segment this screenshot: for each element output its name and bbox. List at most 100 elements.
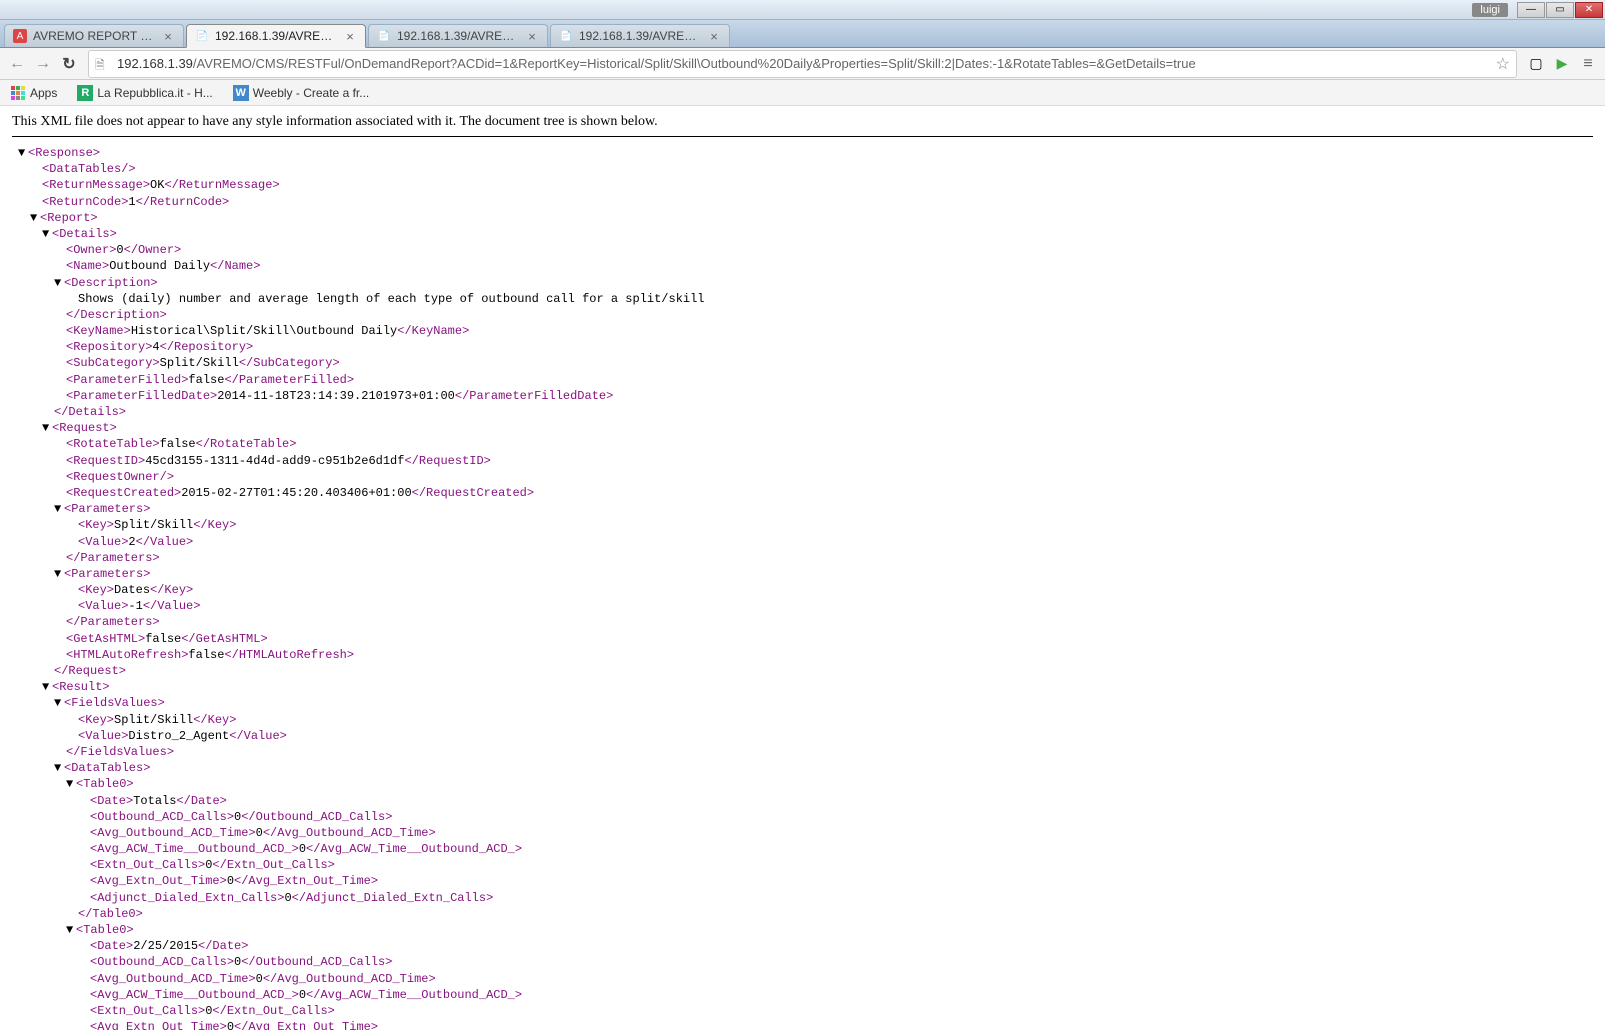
xml-line: </Parameters> [12,614,1593,630]
tab-title: 192.168.1.39/AVREMO/C [215,29,339,43]
xml-line: <Adjunct_Dialed_Extn_Calls>0</Adjunct_Di… [12,890,1593,906]
page-icon: 📄 [559,29,573,43]
user-badge: luigi [1472,3,1508,17]
bookmark-label: Weebly - Create a fr... [253,86,370,100]
apps-icon [10,85,26,101]
xml-line: </Details> [12,404,1593,420]
tab-close-icon[interactable]: × [343,29,357,43]
xml-line: <KeyName>Historical\Split/Skill\Outbound… [12,323,1593,339]
xml-line: <Avg_Extn_Out_Time>0</Avg_Extn_Out_Time> [12,873,1593,889]
bookmark-star-icon[interactable]: ☆ [1496,54,1510,74]
site-info-icon[interactable]: 🗎 [95,56,111,72]
xml-toggle-icon[interactable]: ▼ [18,145,28,161]
xml-line: <GetAsHTML>false</GetAsHTML> [12,631,1593,647]
xml-line: <RequestOwner/> [12,469,1593,485]
forward-button[interactable]: → [32,53,54,75]
browser-tab[interactable]: A AVREMO REPORT EXPLO × [4,24,184,47]
xml-line: <RotateTable>false</RotateTable> [12,436,1593,452]
xml-line: <SubCategory>Split/Skill</SubCategory> [12,355,1593,371]
bookmark-item[interactable]: W Weebly - Create a fr... [229,83,374,103]
xml-line: <Date>Totals</Date> [12,793,1593,809]
xml-line: <DataTables/> [12,161,1593,177]
tab-title: 192.168.1.39/AVREMO/C [397,29,521,43]
xml-line: ▼<Parameters> [12,566,1593,582]
xml-line: <Value>2</Value> [12,534,1593,550]
bookmark-favicon: R [77,85,93,101]
xml-line: <RequestID>45cd3155-1311-4d4d-add9-c951b… [12,453,1593,469]
xml-line: </Parameters> [12,550,1593,566]
xml-line: </FieldsValues> [12,744,1593,760]
xml-line: <Name>Outbound Daily</Name> [12,258,1593,274]
bookmark-item[interactable]: R La Repubblica.it - H... [73,83,216,103]
xml-line: <Value>-1</Value> [12,598,1593,614]
xml-line: </Description> [12,307,1593,323]
xml-toggle-icon[interactable]: ▼ [42,420,52,436]
page-icon: 📄 [377,29,391,43]
url-text: 192.168.1.39/AVREMO/CMS/RESTFul/OnDemand… [117,56,1492,71]
xml-line: ▼<Request> [12,420,1593,436]
tab-close-icon[interactable]: × [707,29,721,43]
xml-line: <ReturnCode>1</ReturnCode> [12,194,1593,210]
browser-tab[interactable]: 📄 192.168.1.39/AVREMO/C × [368,24,548,47]
tab-close-icon[interactable]: × [525,29,539,43]
xml-tree: ▼<Response><DataTables/><ReturnMessage>O… [12,145,1593,1030]
window-titlebar: luigi — ▭ ✕ [0,0,1605,20]
xml-line: <Avg_Outbound_ACD_Time>0</Avg_Outbound_A… [12,825,1593,841]
xml-toggle-icon[interactable]: ▼ [66,776,76,792]
xml-line: </Request> [12,663,1593,679]
xml-toggle-icon[interactable]: ▼ [30,210,40,226]
xml-line: ▼<Table0> [12,776,1593,792]
window-maximize-button[interactable]: ▭ [1546,2,1574,18]
browser-tab[interactable]: 📄 192.168.1.39/AVREMO/C × [186,24,366,48]
xml-line: <Key>Dates</Key> [12,582,1593,598]
xml-line: ▼<Result> [12,679,1593,695]
xml-line: ▼<FieldsValues> [12,695,1593,711]
divider [12,136,1593,137]
xml-line: <Owner>0</Owner> [12,242,1593,258]
xml-line: <Avg_ACW_Time__Outbound_ACD_>0</Avg_ACW_… [12,841,1593,857]
tab-close-icon[interactable]: × [161,29,175,43]
xml-toggle-icon[interactable]: ▼ [54,501,64,517]
browser-tab[interactable]: 📄 192.168.1.39/AVREMO/C × [550,24,730,47]
xml-line: <ParameterFilledDate>2014-11-18T23:14:39… [12,388,1593,404]
extension-icon[interactable]: ▢ [1525,53,1547,75]
reload-button[interactable]: ↻ [58,53,80,75]
xml-line: <Key>Split/Skill</Key> [12,517,1593,533]
bookmarks-bar: Apps R La Repubblica.it - H... W Weebly … [0,80,1605,106]
xml-toggle-icon[interactable]: ▼ [54,566,64,582]
xml-toggle-icon[interactable]: ▼ [42,679,52,695]
xml-line: <RequestCreated>2015-02-27T01:45:20.4034… [12,485,1593,501]
extension-play-icon[interactable]: ▶ [1551,53,1573,75]
apps-button[interactable]: Apps [6,83,61,103]
xml-line: ▼<Details> [12,226,1593,242]
chrome-menu-button[interactable]: ≡ [1577,53,1599,75]
xml-line: <ParameterFilled>false</ParameterFilled> [12,372,1593,388]
page-icon: 📄 [195,29,209,43]
xml-line: <Outbound_ACD_Calls>0</Outbound_ACD_Call… [12,809,1593,825]
bookmark-label: La Repubblica.it - H... [97,86,212,100]
xml-toggle-icon[interactable]: ▼ [54,760,64,776]
tab-title: 192.168.1.39/AVREMO/C [579,29,703,43]
xml-line: <Avg_Outbound_ACD_Time>0</Avg_Outbound_A… [12,971,1593,987]
tab-favicon: A [13,29,27,43]
xml-line: ▼<Parameters> [12,501,1593,517]
xml-line: <Extn_Out_Calls>0</Extn_Out_Calls> [12,857,1593,873]
xml-toggle-icon[interactable]: ▼ [66,922,76,938]
browser-tab-bar: A AVREMO REPORT EXPLO × 📄 192.168.1.39/A… [0,20,1605,48]
xml-line: <Avg_Extn_Out_Time>0</Avg_Extn_Out_Time> [12,1019,1593,1030]
xml-line: Shows (daily) number and average length … [12,291,1593,307]
page-content[interactable]: This XML file does not appear to have an… [0,106,1605,1030]
xml-notice: This XML file does not appear to have an… [12,114,1593,130]
xml-toggle-icon[interactable]: ▼ [54,695,64,711]
bookmark-label: Apps [30,86,57,100]
xml-toggle-icon[interactable]: ▼ [42,226,52,242]
url-omnibox[interactable]: 🗎 192.168.1.39/AVREMO/CMS/RESTFul/OnDema… [88,50,1517,78]
xml-toggle-icon[interactable]: ▼ [54,275,64,291]
tab-title: AVREMO REPORT EXPLO [33,29,157,43]
xml-line: <Outbound_ACD_Calls>0</Outbound_ACD_Call… [12,954,1593,970]
xml-line: <HTMLAutoRefresh>false</HTMLAutoRefresh> [12,647,1593,663]
xml-line: </Table0> [12,906,1593,922]
window-close-button[interactable]: ✕ [1575,2,1603,18]
back-button[interactable]: ← [6,53,28,75]
window-minimize-button[interactable]: — [1517,2,1545,18]
